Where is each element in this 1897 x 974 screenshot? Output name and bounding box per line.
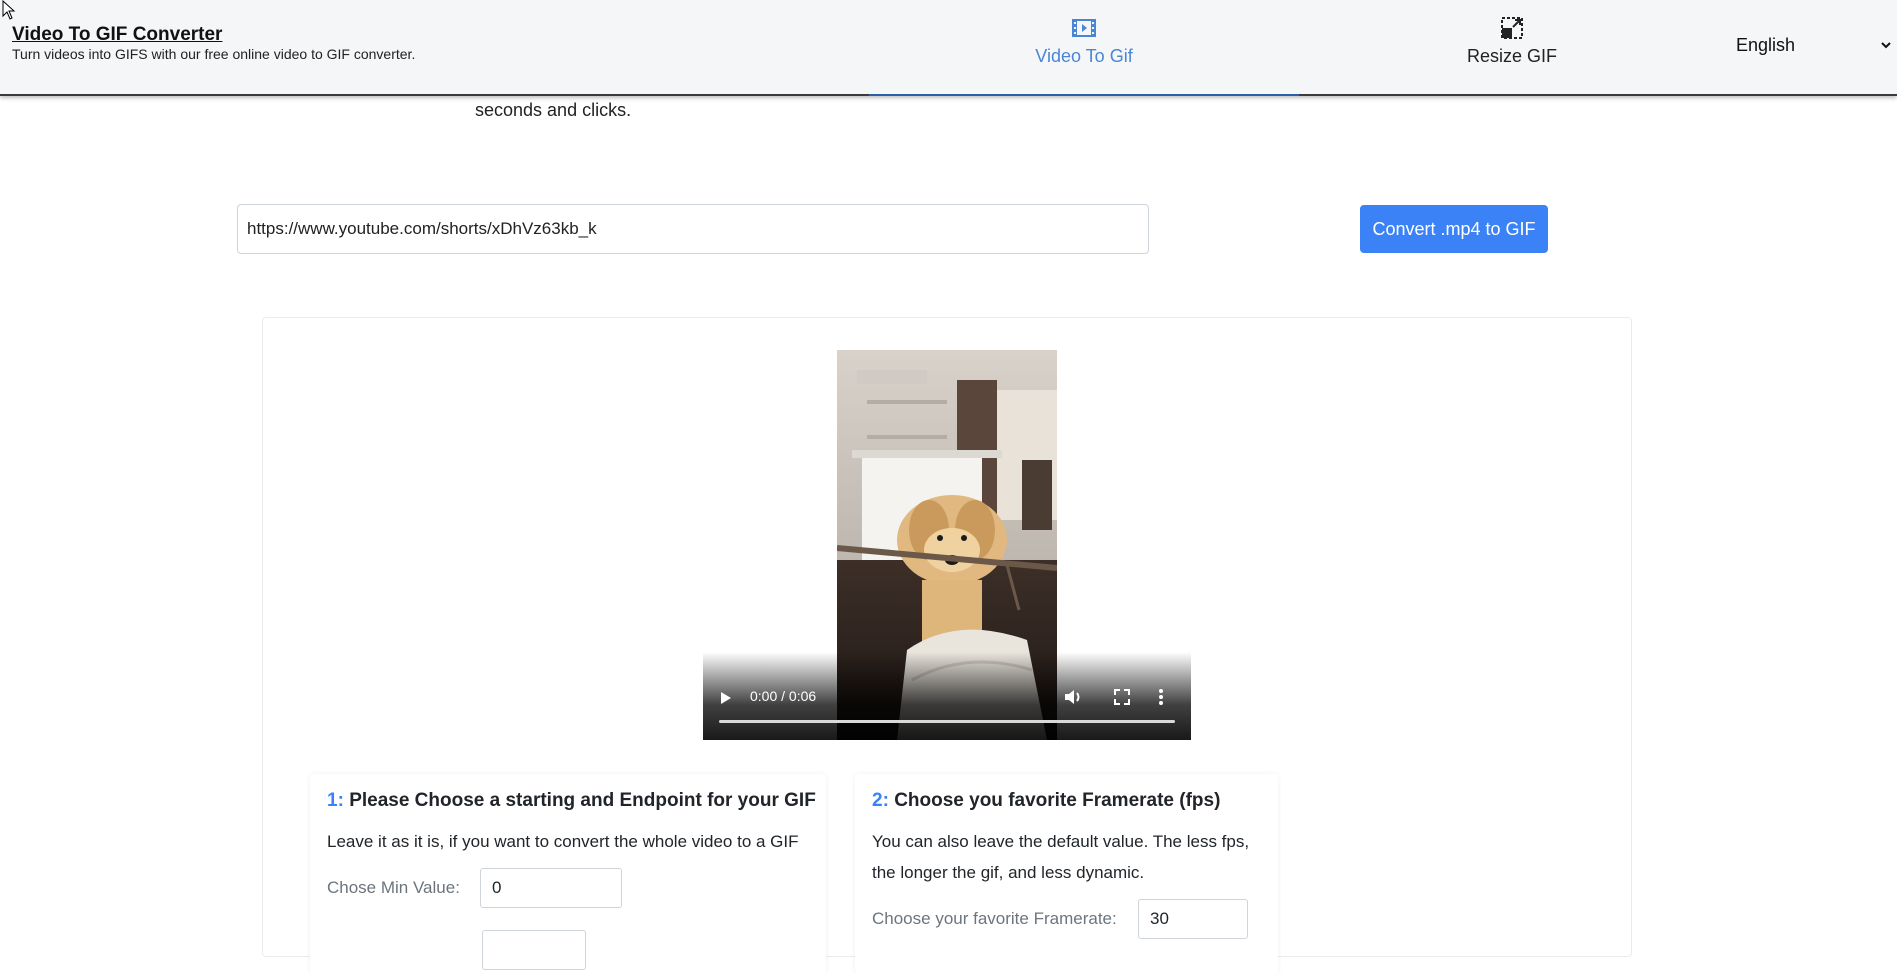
step1-title: Please Choose a starting and Endpoint fo…: [349, 790, 816, 811]
volume-icon[interactable]: [1063, 688, 1083, 706]
film-icon: [1072, 19, 1096, 37]
video-controls: 0:00 / 0:06: [703, 652, 1191, 740]
intro-text: seconds and clicks.: [475, 100, 632, 120]
nav-resize-gif-label: Resize GIF: [1466, 46, 1558, 66]
min-value-label: Chose Min Value:: [327, 878, 460, 897]
min-value-input[interactable]: 0: [480, 868, 622, 908]
step2-heading: 2: Choose you favorite Framerate (fps): [872, 790, 1220, 812]
max-value-input[interactable]: [482, 930, 586, 970]
step1-number: 1:: [327, 790, 344, 811]
step2-panel: 2: Choose you favorite Framerate (fps) Y…: [855, 774, 1278, 974]
nav-video-to-gif[interactable]: Video To Gif: [869, 0, 1299, 96]
video-url-input[interactable]: https://www.youtube.com/shorts/xDhVz63kb…: [237, 204, 1149, 254]
brand[interactable]: Video To GIF Converter Turn videos into …: [12, 24, 415, 62]
video-player[interactable]: 0:00 / 0:06: [703, 350, 1191, 740]
fullscreen-icon[interactable]: [1113, 688, 1131, 706]
language-select-value: English: [1736, 34, 1796, 55]
step1-panel: 1: Please Choose a starting and Endpoint…: [310, 774, 826, 974]
resize-icon: [1501, 17, 1523, 39]
mouse-cursor-icon: [2, 0, 16, 20]
convert-button[interactable]: Convert .mp4 to GIF: [1360, 205, 1548, 253]
step2-title: Choose you favorite Framerate (fps): [894, 790, 1221, 811]
top-navbar: Video To GIF Converter Turn videos into …: [0, 0, 1897, 96]
video-progress-bar[interactable]: [719, 720, 1175, 723]
framerate-input[interactable]: 30: [1138, 899, 1248, 939]
site-title[interactable]: Video To GIF Converter: [12, 24, 415, 46]
play-icon[interactable]: [719, 690, 733, 706]
step2-description: You can also leave the default value. Th…: [872, 832, 1250, 882]
nav-resize-gif[interactable]: Resize GIF: [1297, 0, 1727, 96]
more-options-icon[interactable]: [1158, 688, 1164, 706]
language-select[interactable]: English: [1736, 32, 1892, 58]
step1-heading: 1: Please Choose a starting and Endpoint…: [327, 790, 816, 812]
site-subtitle: Turn videos into GIFS with our free onli…: [12, 46, 416, 62]
nav-video-to-gif-label: Video To Gif: [1035, 46, 1133, 66]
step1-description: Leave it as it is, if you want to conver…: [327, 832, 799, 851]
chevron-down-icon: [1881, 42, 1891, 49]
step2-number: 2:: [872, 790, 889, 811]
framerate-label: Choose your favorite Framerate:: [872, 909, 1117, 928]
video-time: 0:00 / 0:06: [750, 688, 817, 704]
